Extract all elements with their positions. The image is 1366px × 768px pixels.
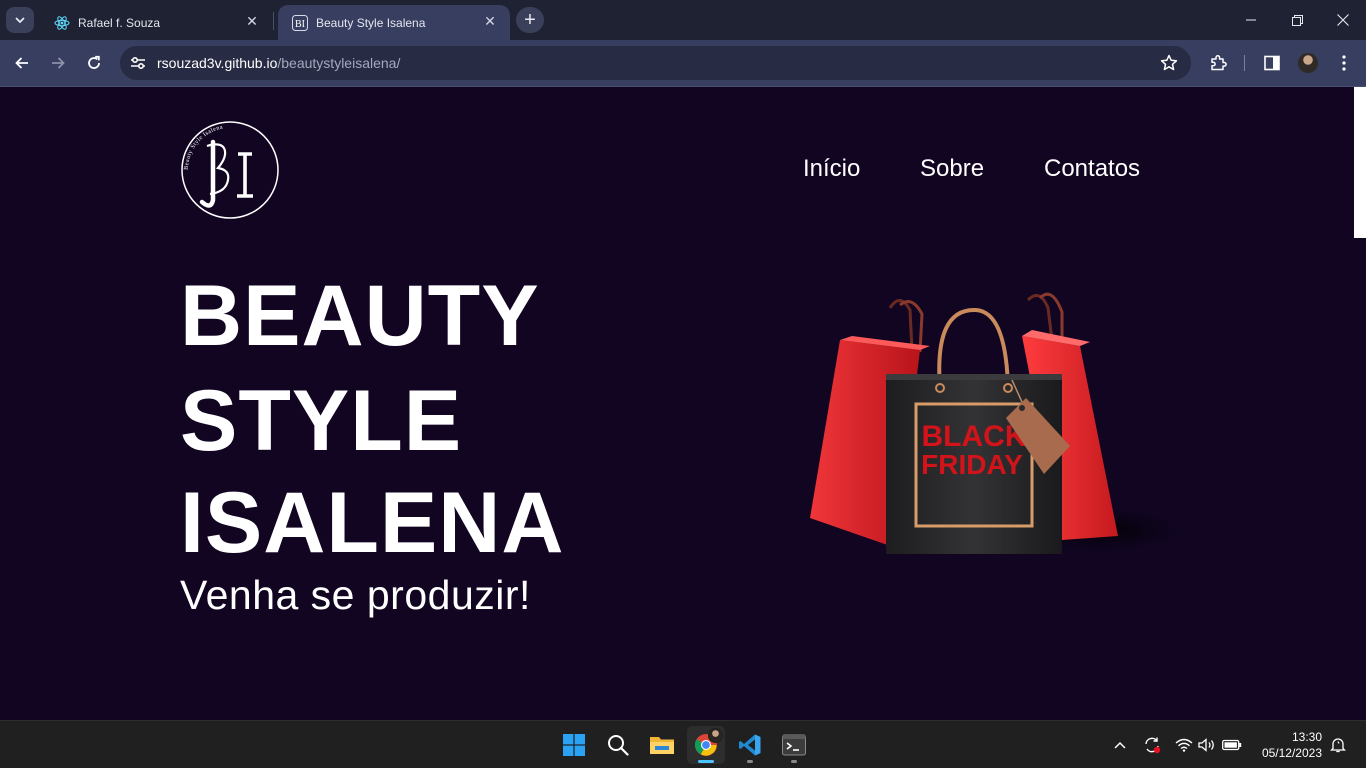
terminal-icon [782,734,806,756]
puzzle-icon [1211,54,1227,71]
vscode-button[interactable] [731,726,769,764]
browser-menu-button[interactable] [1334,53,1354,73]
scrollbar-thumb[interactable] [1354,87,1366,238]
tab-title: Rafael f. Souza [78,15,161,30]
vscode-icon [739,734,761,756]
address-bar[interactable]: rsouzad3v.github.io/beautystyleisalena/ [120,46,1191,80]
svg-text:BI: BI [295,19,305,30]
side-panel-button[interactable] [1262,53,1282,73]
chevron-up-icon [1114,741,1126,749]
back-button[interactable] [7,48,37,78]
wifi-icon [1175,738,1193,752]
site-settings-icon[interactable] [128,53,148,73]
chrome-taskbar-button[interactable] [687,726,725,764]
start-icon [563,734,585,756]
bookmark-star-icon[interactable] [1159,53,1179,73]
url-host: rsouzad3v.github.io [157,55,278,71]
tab-separator [273,12,274,30]
tab-rafael-souza[interactable]: Rafael f. Souza ✕ [40,5,272,40]
tab-search-button[interactable] [6,7,34,33]
url-path: /beautystyleisalena/ [277,55,401,71]
profile-badge [708,728,723,743]
restore-icon [1291,14,1303,26]
tab-beauty-style-isalena[interactable]: BI Beauty Style Isalena ✕ [278,5,510,40]
nav-link-contatos[interactable]: Contatos [1044,155,1140,183]
tab-title: Beauty Style Isalena [316,15,426,30]
browser-tabstrip: Rafael f. Souza ✕ BI Beauty Style Isalen… [0,0,1366,40]
clock-time: 13:30 [1291,730,1322,744]
arrow-left-icon [15,57,28,69]
hero-title-line-3: ISALENA [180,475,565,571]
file-explorer-button[interactable] [643,726,681,764]
nav-link-sobre[interactable]: Sobre [920,155,984,183]
volume-control[interactable] [1197,735,1217,755]
minimize-icon [1246,19,1256,21]
restore-button[interactable] [1274,0,1320,40]
side-panel-icon [1264,55,1280,71]
file-explorer-icon [650,737,674,754]
profile-avatar[interactable] [1298,53,1318,73]
sync-icon [1145,737,1161,754]
toolbar-divider [1244,55,1245,71]
bell-icon [1330,738,1346,753]
search-icon [608,735,629,756]
close-icon [1337,14,1349,26]
show-hidden-icons-button[interactable] [1110,735,1130,755]
running-indicator [747,760,753,763]
minimize-button[interactable] [1228,0,1274,40]
hero-title-line-2: STYLE [180,373,463,469]
battery-status[interactable] [1222,735,1242,755]
more-vertical-icon [1342,55,1346,71]
black-friday-bags-image: BLACK FRIDAY [810,292,1180,554]
close-tab-icon[interactable]: ✕ [244,13,260,29]
hero-subtitle: Venha se produzir! [180,572,531,618]
hero-title-line-1: BEAUTY [180,268,540,364]
close-window-button[interactable] [1320,0,1366,40]
taskbar-search-button[interactable] [599,726,637,764]
reload-icon [88,55,100,69]
reload-button[interactable] [79,48,109,78]
url-text[interactable]: rsouzad3v.github.io/beautystyleisalena/ [157,55,400,71]
chevron-down-icon [15,17,25,23]
start-button[interactable] [555,726,593,764]
system-clock[interactable]: 13:30 05/12/2023 [1250,729,1322,761]
running-indicator [698,760,714,763]
extensions-button[interactable] [1208,53,1228,73]
running-indicator [791,760,797,763]
battery-charging-icon [1222,739,1242,751]
clock-date: 05/12/2023 [1261,746,1322,760]
terminal-button[interactable] [775,726,813,764]
react-icon [54,15,70,31]
close-tab-icon[interactable]: ✕ [482,13,498,29]
new-tab-button[interactable]: + [516,7,544,33]
windows-taskbar: 13:30 05/12/2023 [0,720,1366,768]
nav-link-inicio[interactable]: Início [803,155,860,183]
bag-text-friday: FRIDAY [921,449,1023,480]
network-status[interactable] [1174,735,1194,755]
site-logo[interactable]: Beauty Style Isalena [180,120,280,220]
notifications-button[interactable] [1328,735,1348,755]
bi-logo-icon: BI [292,14,308,31]
forward-button[interactable] [43,48,73,78]
speaker-icon [1198,738,1214,752]
browser-toolbar: rsouzad3v.github.io/beautystyleisalena/ [0,40,1366,86]
sync-status[interactable] [1142,735,1162,755]
arrow-right-icon [52,57,65,69]
